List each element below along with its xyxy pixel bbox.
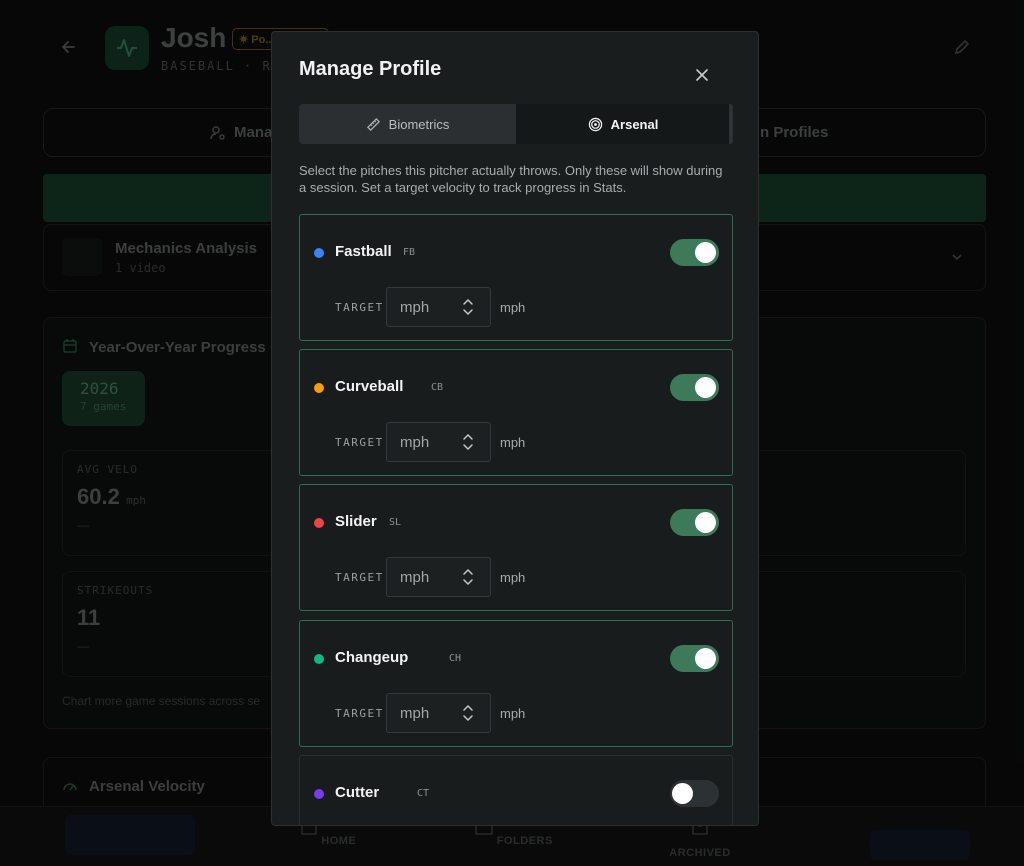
- target-label: TARGET: [335, 301, 384, 314]
- pitch-name: Cutter: [335, 784, 380, 801]
- toggle-knob: [695, 512, 716, 533]
- pitch-name: Curveball: [335, 378, 404, 395]
- target-icon: [588, 117, 602, 131]
- pitch-color-dot: #ef4444: [314, 518, 324, 528]
- stepper-icon[interactable]: [462, 567, 474, 587]
- pitch-enabled-toggle[interactable]: [670, 645, 719, 672]
- unit-label: mph: [500, 435, 526, 450]
- manage-profile-modal: Manage Profile Biometrics Arsenal Select…: [271, 31, 759, 826]
- target-velocity-input[interactable]: [386, 557, 491, 597]
- pitch-card: #ef4444 Slider SL TARGET mph: [299, 484, 733, 611]
- pitch-enabled-toggle[interactable]: [670, 509, 719, 536]
- tabs-scroll-edge: [729, 104, 733, 144]
- target-label: TARGET: [335, 707, 384, 720]
- toggle-knob: [672, 783, 693, 804]
- stepper-icon[interactable]: [462, 703, 474, 723]
- close-button[interactable]: [692, 65, 712, 85]
- pitch-card: #7c3aed Cutter CT: [299, 755, 733, 825]
- target-label: TARGET: [335, 571, 384, 584]
- target-velocity-input[interactable]: [386, 422, 491, 462]
- pitch-abbr: CT: [417, 788, 430, 799]
- close-icon: [696, 69, 708, 81]
- unit-label: mph: [500, 706, 526, 721]
- pitch-enabled-toggle[interactable]: [670, 374, 719, 401]
- toggle-knob: [695, 377, 716, 398]
- tab-biometrics[interactable]: Biometrics: [299, 104, 516, 144]
- unit-label: mph: [500, 570, 526, 585]
- arsenal-description: Select the pitches this pitcher actually…: [299, 163, 723, 195]
- pitch-enabled-toggle[interactable]: [670, 780, 719, 807]
- pitch-card: #3b82f6 Fastball FB TARGET mph: [299, 214, 733, 341]
- pitch-color-dot: #10b981: [314, 654, 324, 664]
- ruler-icon: [366, 117, 380, 131]
- target-velocity-input[interactable]: [386, 693, 491, 733]
- pitch-abbr: CB: [431, 382, 444, 393]
- modal-title: Manage Profile: [299, 58, 442, 80]
- pitch-card: #10b981 Changeup CH TARGET mph: [299, 620, 733, 747]
- pitch-abbr: FB: [403, 247, 416, 258]
- unit-label: mph: [500, 300, 526, 315]
- stepper-icon[interactable]: [462, 432, 474, 452]
- toggle-knob: [695, 648, 716, 669]
- toggle-knob: [695, 242, 716, 263]
- pitch-color-dot: #f59e0b: [314, 383, 324, 393]
- pitch-color-dot: #3b82f6: [314, 248, 324, 258]
- pitch-name: Slider: [335, 513, 377, 530]
- pitch-card: #f59e0b Curveball CB TARGET mph: [299, 349, 733, 476]
- pitch-abbr: CH: [449, 653, 462, 664]
- tab-biometrics-label: Biometrics: [388, 116, 450, 132]
- tab-arsenal[interactable]: Arsenal: [516, 104, 730, 144]
- target-velocity-input[interactable]: [386, 287, 491, 327]
- stepper-icon[interactable]: [462, 297, 474, 317]
- modal-tabs: Biometrics Arsenal: [299, 104, 733, 144]
- pitch-name: Fastball: [335, 243, 392, 260]
- pitch-abbr: SL: [389, 517, 402, 528]
- pitch-name: Changeup: [335, 649, 409, 666]
- pitch-color-dot: #7c3aed: [314, 789, 324, 799]
- pitch-enabled-toggle[interactable]: [670, 239, 719, 266]
- tab-arsenal-label: Arsenal: [610, 116, 659, 132]
- target-label: TARGET: [335, 436, 384, 449]
